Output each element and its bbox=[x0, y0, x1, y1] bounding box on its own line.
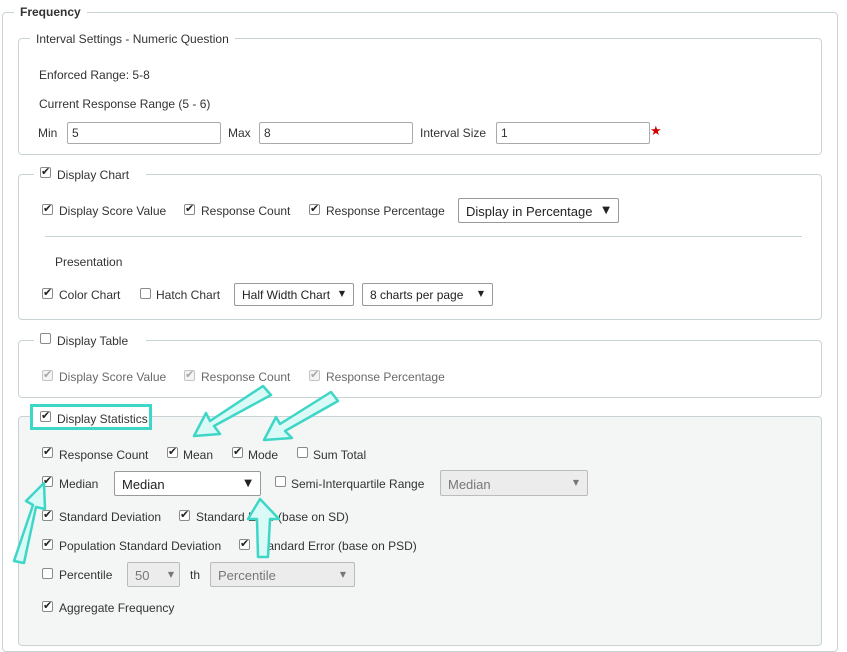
chevron-down-icon: ▼ bbox=[477, 289, 484, 298]
pop-std-dev-label: Population Standard Deviation bbox=[59, 539, 222, 553]
table-response-count-label: Response Count bbox=[201, 370, 291, 384]
std-err-sd-checkbox[interactable] bbox=[179, 508, 190, 521]
aggregate-frequency-checkbox[interactable] bbox=[42, 599, 53, 612]
percentile-value: 50 bbox=[135, 568, 150, 583]
chart-response-count-label: Response Count bbox=[201, 204, 291, 218]
interval-size-input[interactable] bbox=[496, 122, 650, 144]
mode-label: Mode bbox=[248, 448, 279, 462]
color-chart-label: Color Chart bbox=[59, 288, 121, 302]
percentile-th-label: th bbox=[190, 568, 201, 582]
display-statistics-label: Display Statistics bbox=[57, 412, 148, 426]
semi-iqr-select[interactable]: Median ▼ bbox=[440, 470, 588, 496]
sum-total-label: Sum Total bbox=[313, 448, 367, 462]
table-response-percentage-label: Response Percentage bbox=[326, 370, 445, 384]
chevron-down-icon: ▼ bbox=[244, 478, 252, 489]
presentation-label: Presentation bbox=[55, 255, 123, 269]
median-checkbox[interactable] bbox=[42, 474, 53, 487]
max-label: Max bbox=[228, 126, 251, 140]
table-score-value-checkbox[interactable] bbox=[42, 368, 53, 381]
chart-score-value-checkbox[interactable] bbox=[42, 202, 53, 215]
min-label: Min bbox=[38, 126, 58, 140]
aggregate-frequency-label: Aggregate Frequency bbox=[59, 601, 175, 615]
median-label: Median bbox=[59, 477, 99, 491]
pop-std-dev-checkbox[interactable] bbox=[42, 537, 53, 550]
chart-score-value-label: Display Score Value bbox=[59, 204, 167, 218]
chevron-down-icon: ▼ bbox=[602, 205, 610, 216]
charts-per-page-select[interactable]: 8 charts per page ▼ bbox=[362, 283, 493, 306]
interval-settings-legend: Interval Settings - Numeric Question bbox=[30, 32, 235, 46]
chevron-down-icon: ▼ bbox=[167, 570, 174, 579]
display-chart-checkbox[interactable] bbox=[40, 165, 51, 178]
display-statistics-checkbox[interactable] bbox=[40, 409, 51, 422]
mean-label: Mean bbox=[183, 448, 214, 462]
mean-checkbox[interactable] bbox=[167, 445, 178, 458]
percentile-type-value: Percentile bbox=[218, 568, 276, 583]
percentile-checkbox[interactable] bbox=[42, 568, 53, 579]
display-table-label: Display Table bbox=[57, 334, 129, 348]
chevron-down-icon: ▼ bbox=[338, 289, 345, 298]
display-mode-value: Display in Percentage bbox=[466, 204, 593, 219]
color-chart-checkbox[interactable] bbox=[42, 286, 53, 299]
chart-response-percentage-checkbox[interactable] bbox=[309, 202, 320, 215]
std-err-psd-label: Standard Error (base on PSD) bbox=[256, 539, 417, 553]
semi-iqr-label: Semi-Interquartile Range bbox=[291, 477, 425, 491]
table-score-value-label: Display Score Value bbox=[59, 370, 167, 384]
chart-width-value: Half Width Chart bbox=[242, 288, 331, 302]
max-input[interactable] bbox=[259, 122, 413, 144]
percentile-value-select[interactable]: 50 ▼ bbox=[127, 562, 180, 587]
table-response-percentage-checkbox[interactable] bbox=[309, 368, 320, 381]
display-table-checkbox[interactable] bbox=[40, 333, 51, 344]
charts-per-page-value: 8 charts per page bbox=[370, 288, 464, 302]
stats-response-count-label: Response Count bbox=[59, 448, 149, 462]
table-response-count-checkbox[interactable] bbox=[184, 368, 195, 381]
std-dev-label: Standard Deviation bbox=[59, 510, 162, 524]
chart-response-count-checkbox[interactable] bbox=[184, 202, 195, 215]
required-star-icon: ★ bbox=[650, 123, 662, 138]
chevron-down-icon: ▼ bbox=[572, 478, 579, 487]
interval-size-label: Interval Size bbox=[420, 126, 487, 140]
semi-iqr-select-value: Median bbox=[448, 477, 491, 492]
hatch-chart-checkbox[interactable] bbox=[140, 288, 151, 299]
enforced-range-text: Enforced Range: 5-8 bbox=[39, 68, 150, 82]
current-range-text: Current Response Range (5 - 6) bbox=[39, 97, 211, 111]
chevron-down-icon: ▼ bbox=[339, 570, 346, 579]
std-err-sd-label: Standard Error (base on SD) bbox=[196, 510, 349, 524]
sum-total-checkbox[interactable] bbox=[297, 447, 308, 458]
display-chart-label: Display Chart bbox=[57, 168, 130, 182]
mode-checkbox[interactable] bbox=[232, 445, 243, 458]
chart-response-percentage-label: Response Percentage bbox=[326, 204, 445, 218]
hatch-chart-label: Hatch Chart bbox=[156, 288, 221, 302]
semi-iqr-checkbox[interactable] bbox=[275, 476, 286, 487]
display-mode-select[interactable]: Display in Percentage ▼ bbox=[458, 198, 619, 223]
stats-response-count-checkbox[interactable] bbox=[42, 445, 53, 458]
min-input[interactable] bbox=[67, 122, 221, 144]
percentile-label: Percentile bbox=[59, 568, 113, 582]
chart-divider bbox=[45, 236, 802, 237]
std-dev-checkbox[interactable] bbox=[42, 508, 53, 521]
median-select[interactable]: Median ▼ bbox=[114, 471, 261, 496]
median-select-value: Median bbox=[122, 477, 165, 492]
chart-width-select[interactable]: Half Width Chart ▼ bbox=[234, 283, 354, 306]
frequency-legend: Frequency bbox=[14, 5, 87, 19]
std-err-psd-checkbox[interactable] bbox=[239, 537, 250, 550]
percentile-type-select[interactable]: Percentile ▼ bbox=[210, 562, 355, 587]
